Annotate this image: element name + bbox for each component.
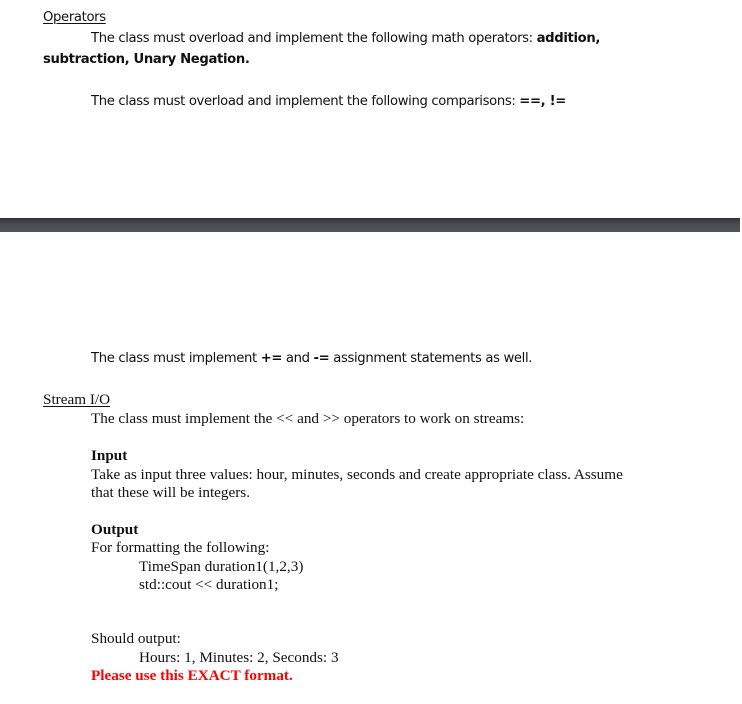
format-warning: Please use this EXACT format. bbox=[91, 667, 293, 684]
stream-io-heading: Stream I/O bbox=[43, 391, 111, 408]
math-operators-line1: The class must overload and implement th… bbox=[91, 31, 600, 46]
output-heading: Output bbox=[91, 521, 139, 538]
math-operators-bold: addition, bbox=[536, 31, 601, 46]
assignment-op-plus: += bbox=[260, 351, 283, 366]
expected-output: Hours: 1, Minutes: 2, Seconds: 3 bbox=[139, 649, 339, 666]
assignment-text-mid: and bbox=[282, 351, 314, 366]
assignment-op-minus: -= bbox=[313, 351, 330, 366]
comparisons-line: The class must overload and implement th… bbox=[91, 94, 566, 109]
assignment-text: The class must implement bbox=[91, 351, 261, 366]
code-line-2: std::cout << duration1; bbox=[139, 576, 279, 593]
stream-io-intro: The class must implement the << and >> o… bbox=[91, 410, 525, 427]
input-line1: Take as input three values: hour, minute… bbox=[91, 466, 623, 483]
should-output-label: Should output: bbox=[91, 630, 181, 647]
page-break-divider bbox=[0, 218, 740, 232]
math-operators-line2: subtraction, Unary Negation. bbox=[43, 52, 250, 67]
operators-heading: Operators bbox=[43, 10, 106, 25]
math-operators-text: The class must overload and implement th… bbox=[91, 31, 537, 46]
code-line-1: TimeSpan duration1(1,2,3) bbox=[139, 558, 304, 575]
output-intro: For formatting the following: bbox=[91, 539, 270, 556]
input-line2: that these will be integers. bbox=[91, 484, 251, 501]
comparisons-bold: ==, != bbox=[519, 94, 566, 109]
assignment-text-suffix: assignment statements as well. bbox=[329, 351, 533, 366]
comparisons-text: The class must overload and implement th… bbox=[91, 94, 520, 109]
assignment-line: The class must implement += and -= assig… bbox=[91, 351, 532, 366]
input-heading: Input bbox=[91, 447, 128, 464]
